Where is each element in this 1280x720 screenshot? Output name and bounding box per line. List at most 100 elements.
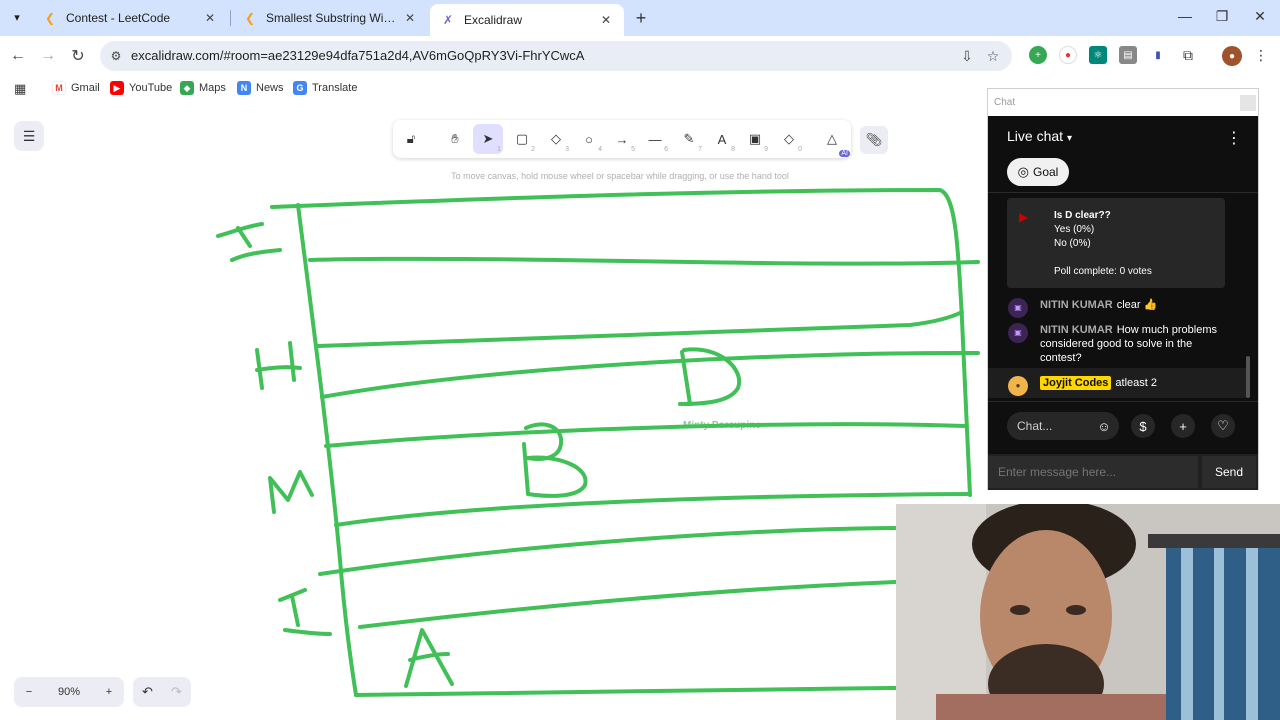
add-icon[interactable]: + [1171,414,1195,438]
poll-option: Yes (0%) [1054,224,1095,235]
arrow-right-icon: → [40,47,56,64]
heart-icon[interactable]: ♡ [1211,414,1235,438]
tab-title: Smallest Substring With Identical [266,11,396,25]
sketch-letter [278,588,332,636]
tab-title: Contest - LeetCode [66,11,171,25]
bookmark-translate[interactable]: G Translate [293,81,357,95]
tab-contest[interactable]: ❮ Contest - LeetCode ✕ [32,4,228,32]
site-info-icon[interactable]: ⚙ [108,48,124,64]
bookmark-youtube[interactable]: ▶ YouTube [110,81,172,95]
youtube-icon: ▶ [1019,210,1029,224]
new-tab-button[interactable]: + [631,8,651,28]
emoji-icon[interactable]: ☺ [1092,414,1116,438]
bookmark-label: Maps [199,82,226,94]
leetcode-icon: ❮ [244,11,256,25]
forward-button[interactable]: → [38,46,58,66]
tab-title: Excalidraw [464,13,523,27]
chat-message: ▣ NITIN KUMAR How much problems considere… [1008,323,1236,365]
tab-separator [230,10,231,26]
webcam-feed [896,504,1280,720]
close-icon[interactable]: ✕ [598,12,614,28]
tab-substring[interactable]: ❮ Smallest Substring With Identical ✕ [232,4,428,32]
sketch-band [316,310,964,348]
avatar: ▣ [1008,323,1028,343]
bookmark-star-icon[interactable]: ☆ [984,47,1002,65]
restore-button[interactable]: ❐ [1212,8,1232,25]
goal-button[interactable]: ◎ Goal [1007,158,1069,186]
tab-excalidraw[interactable]: ✗ Excalidraw ✕ [430,4,624,36]
sketch-band [318,526,897,576]
sketch-letter [216,222,282,262]
extension-react-icon[interactable]: ⚛ [1089,46,1107,64]
divider [988,401,1258,402]
sketch-band [324,422,967,448]
extensions-puzzle-icon[interactable]: ⧉ [1179,46,1197,64]
super-chat-icon[interactable]: $ [1131,414,1155,438]
bookmark-label: News [256,82,284,94]
webcam-image [896,504,1280,720]
message-author: Joyjit Codes [1040,376,1112,390]
maps-icon: ◆ [180,81,194,95]
bookmark-maps[interactable]: ◆ Maps [180,81,226,95]
poll-question: Is D clear?? [1054,210,1111,221]
bookmark-news[interactable]: N News [237,81,284,95]
sketch-bottom-edge [354,686,897,697]
bookmark-label: YouTube [129,82,173,94]
chevron-down-icon: ▾ [14,11,20,24]
install-app-icon[interactable]: ⇩ [958,47,976,65]
sketch-letter [255,341,302,390]
gmail-icon: M [52,81,66,95]
close-icon[interactable]: ✕ [402,10,418,26]
message-author: NITIN KUMAR [1040,324,1113,336]
send-button[interactable]: Send [1202,456,1256,488]
back-button[interactable]: ← [8,46,28,66]
more-menu-icon[interactable]: ⋮ [1252,46,1270,64]
tab-search-button[interactable]: ▾ [6,6,28,28]
avatar: ▣ [1008,298,1028,318]
bookmark-gmail[interactable]: M Gmail [52,81,100,95]
browser-toolbar: ← → ↻ ⚙ excalidraw.com/#room=ae23129e94d… [0,36,1280,76]
chat-window-close[interactable] [1240,95,1256,111]
poll-card: ▶ Is D clear?? Yes (0%) No (0%) Poll com… [1007,198,1225,288]
profile-avatar[interactable]: ● [1222,46,1242,66]
close-icon[interactable]: ✕ [202,10,218,26]
youtube-icon: ▶ [110,81,124,95]
minimize-button[interactable]: — [1175,8,1195,24]
extension-pokeball-icon[interactable]: ● [1059,46,1077,64]
sketch-band [334,492,970,527]
sketch-letter [522,422,588,498]
divider [988,192,1258,193]
sketch-left-edge [296,203,358,697]
apps-grid-icon[interactable]: ▦ [14,81,26,97]
more-options-icon[interactable]: ⋮ [1226,128,1242,148]
message-author: NITIN KUMAR [1040,299,1113,311]
sketch-band [308,256,980,266]
live-chat-title: Live chat [1007,128,1064,144]
chat-scrollbar[interactable] [1246,356,1250,398]
arrow-left-icon: ← [10,47,26,64]
tab-strip: ▾ ❮ Contest - LeetCode ✕ ❮ Smallest Subs… [0,0,1280,36]
address-bar[interactable]: ⚙ excalidraw.com/#room=ae23129e94dfa751a… [100,41,1012,71]
goal-icon: ◎ [1017,164,1029,179]
chat-message: ▣ NITIN KUMAR clear 👍 [1008,298,1236,318]
sketch-band [358,580,897,629]
message-input[interactable] [988,456,1198,488]
extension-box-icon[interactable]: ▤ [1119,46,1137,64]
extension-green-icon[interactable]: + [1029,46,1047,64]
message-bar: Send [988,454,1258,490]
send-label: Send [1214,465,1244,479]
avatar: ● [1008,376,1028,396]
leetcode-icon: ❮ [44,11,56,25]
chevron-down-icon: ▾ [1066,133,1072,144]
translate-icon: G [293,81,307,95]
close-window-button[interactable]: ✕ [1250,8,1270,25]
live-chat-header[interactable]: Live chat ▾ [1007,128,1072,144]
chat-input-placeholder: Chat... [1017,419,1053,433]
goal-label: Goal [1032,165,1059,179]
reload-button[interactable]: ↻ [68,46,88,66]
message-text: atleast 2 [1115,377,1157,389]
excalidraw-icon: ✗ [442,13,454,27]
bookmark-label: Gmail [71,82,100,94]
reload-icon: ↻ [71,48,85,65]
extension-bars-icon[interactable]: ▮ [1149,46,1167,64]
